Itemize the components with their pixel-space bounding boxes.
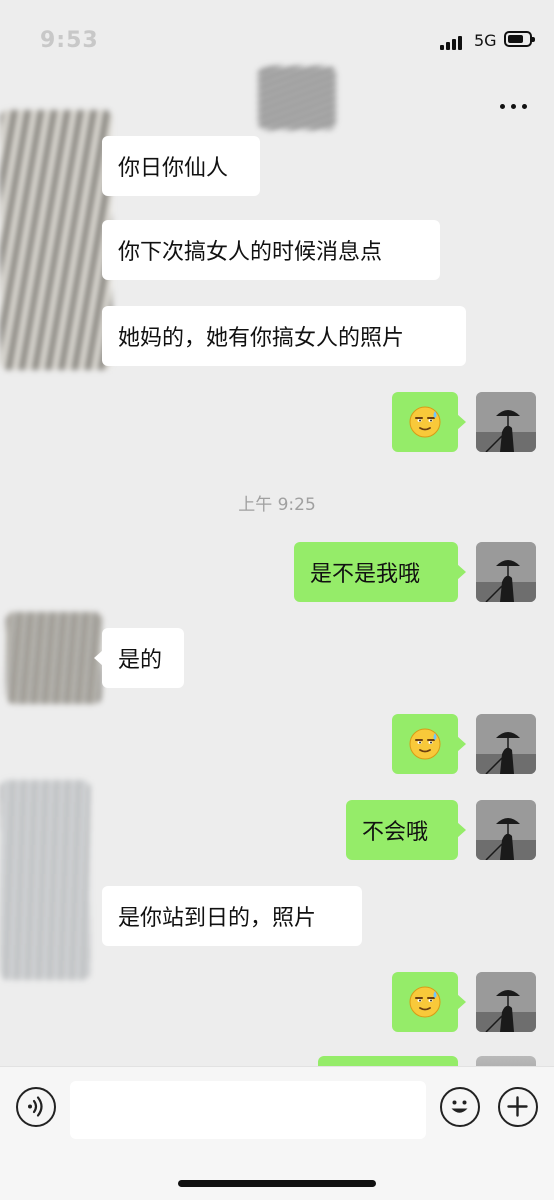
my-avatar[interactable] [476,542,536,602]
my-avatar[interactable] [476,972,536,1032]
message-bubble-outgoing[interactable]: 不会哦 [346,800,466,860]
umbrella-person-image [476,972,536,1032]
battery-icon [504,31,535,47]
my-avatar[interactable] [476,392,536,452]
message-bubble-incoming[interactable]: 是的 [94,628,184,688]
sweat-smile-emoji [409,406,441,438]
blurred-scribble [258,66,336,130]
message-bubble-outgoing[interactable] [392,392,466,452]
signal-icon [440,36,466,50]
message-text: 你下次搞女人的时候消息点 [118,240,383,265]
message-text: 你日你仙人 [118,156,229,181]
status-time: 9:53 [40,28,99,53]
more-options-icon[interactable] [496,96,530,116]
sweat-smile-emoji [409,728,441,760]
plus-icon[interactable] [498,1087,538,1127]
umbrella-person-image [476,714,536,774]
emoji-icon[interactable] [440,1087,480,1127]
message-text: 是不是我哦 [310,562,421,587]
message-text: 不会哦 [362,820,429,845]
message-text: 是的 [118,648,163,673]
umbrella-person-image [476,392,536,452]
message-text: 是你站到日的，照片 [118,906,317,931]
message-bubble-incoming[interactable]: 你日你仙人 [102,136,260,196]
umbrella-person-image [476,800,536,860]
umbrella-person-image [476,542,536,602]
message-timestamp: 上午 9:25 [238,495,316,515]
message-text: 她妈的，她有你搞女人的照片 [118,326,405,351]
sweat-smile-emoji [409,986,441,1018]
network-type: 5G [474,31,497,50]
voice-icon[interactable] [16,1087,56,1127]
my-avatar[interactable] [476,714,536,774]
message-bubble-incoming[interactable]: 她妈的，她有你搞女人的照片 [102,306,466,366]
message-input[interactable] [70,1081,426,1139]
message-bubble-outgoing[interactable]: 是不是我哦 [294,542,466,602]
message-bubble-outgoing[interactable] [392,714,466,774]
blurred-avatar [6,612,102,704]
blurred-avatar [0,110,112,370]
blurred-avatar [0,780,90,980]
my-avatar[interactable] [476,800,536,860]
home-indicator[interactable] [178,1180,376,1187]
message-bubble-incoming[interactable]: 你下次搞女人的时候消息点 [102,220,440,280]
message-bubble-outgoing[interactable] [392,972,466,1032]
message-bubble-incoming[interactable]: 是你站到日的，照片 [102,886,362,946]
